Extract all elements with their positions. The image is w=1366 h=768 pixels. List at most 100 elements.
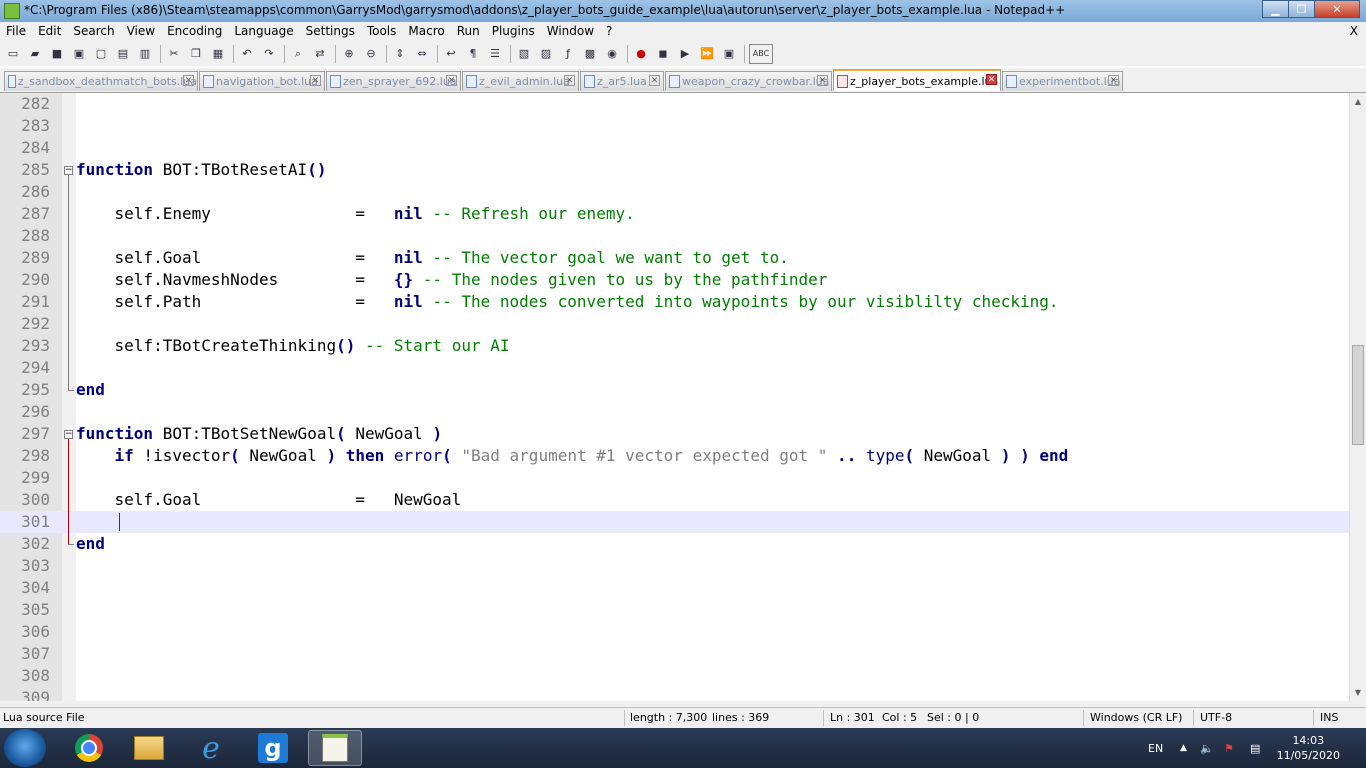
fold-minus-icon[interactable]: − [64, 430, 73, 439]
paste-icon[interactable]: ▦ [209, 45, 227, 63]
replace-icon[interactable]: ⇄ [311, 45, 329, 63]
start-button[interactable] [4, 729, 46, 767]
monitoring-icon[interactable]: ◉ [603, 45, 621, 63]
tab-z-evil-admin[interactable]: z_evil_admin.lua ✕ [462, 71, 579, 91]
menu-file[interactable]: File [0, 22, 32, 41]
spell-check-icon[interactable]: ABC [749, 43, 773, 64]
close-all-icon[interactable]: ▤ [114, 45, 132, 63]
record-macro-icon[interactable]: ● [632, 45, 650, 63]
code-line: 306 [21, 622, 50, 641]
menu-run[interactable]: Run [451, 22, 486, 41]
tab-close-icon[interactable]: ✕ [649, 75, 660, 86]
menu-settings[interactable]: Settings [300, 22, 361, 41]
code-line: 285 function BOT:TBotResetAI() [21, 160, 327, 179]
minimize-button[interactable]: ▁ [1262, 0, 1289, 18]
menu-view[interactable]: View [121, 22, 161, 41]
tab-close-icon[interactable]: ✕ [310, 75, 321, 86]
menu-language[interactable]: Language [228, 22, 299, 41]
window-controls: ▁ ❐ ✕ [1262, 0, 1360, 18]
find-icon[interactable]: ⌕ [289, 45, 307, 63]
doc-map-icon[interactable]: ▨ [537, 45, 555, 63]
menu-macro[interactable]: Macro [402, 22, 450, 41]
close-document-button[interactable]: X [1350, 22, 1358, 41]
close-button[interactable]: ✕ [1314, 0, 1360, 18]
close-icon[interactable]: ▢ [92, 45, 110, 63]
code-line: 284 [21, 138, 50, 157]
playback-icon[interactable]: ▶ [676, 45, 694, 63]
menu-edit[interactable]: Edit [32, 22, 67, 41]
tab-close-icon[interactable]: ✕ [183, 75, 194, 86]
save-icon[interactable]: ■ [48, 45, 66, 63]
zoom-in-icon[interactable]: ⊕ [340, 45, 358, 63]
code-line: 295 end [21, 380, 105, 399]
run-macro-multiple-icon[interactable]: ⏩ [698, 45, 716, 63]
zoom-out-icon[interactable]: ⊖ [362, 45, 380, 63]
stop-record-icon[interactable]: ◼ [654, 45, 672, 63]
code-editor[interactable]: 282 283 284 285 function BOT:TBotResetAI(… [0, 93, 1349, 701]
scroll-down-icon[interactable]: ▼ [1350, 684, 1366, 701]
lang-define-icon[interactable]: ▧ [515, 45, 533, 63]
sync-v-icon[interactable]: ⇕ [391, 45, 409, 63]
file-icon [330, 75, 341, 88]
tab-experimentbot[interactable]: experimentbot.lua ✕ [1002, 71, 1123, 91]
garrysmod-icon[interactable]: g [246, 730, 300, 766]
menu-encoding[interactable]: Encoding [161, 22, 228, 41]
status-encoding: UTF-8 [1200, 711, 1233, 724]
menu-window[interactable]: Window [541, 22, 600, 41]
scrollbar-thumb[interactable] [1352, 345, 1364, 445]
vertical-scrollbar[interactable]: ▲ ▼ [1349, 93, 1366, 701]
tab-close-icon[interactable]: ✕ [446, 75, 457, 86]
window-title: *C:\Program Files (x86)\Steam\steamapps\… [24, 3, 1066, 17]
tab-weapon-crazy-crowbar[interactable]: weapon_crazy_crowbar.lua ✕ [665, 71, 832, 91]
tab-close-icon[interactable]: ✕ [1108, 75, 1119, 86]
word-wrap-icon[interactable]: ↩ [442, 45, 460, 63]
show-all-chars-icon[interactable]: ¶ [464, 45, 482, 63]
file-icon [837, 74, 848, 88]
code-line: 304 [21, 578, 50, 597]
code-line: 297 function BOT:TBotSetNewGoal( NewGoal … [21, 424, 443, 443]
tab-z-player-bots-example[interactable]: z_player_bots_example.lua ✕ [833, 69, 1001, 91]
clock[interactable]: 14:03 11/05/2020 [1277, 733, 1340, 763]
cut-icon[interactable]: ✂ [165, 45, 183, 63]
folder-as-workspace-icon[interactable]: ▩ [581, 45, 599, 63]
menu-help[interactable]: ? [600, 22, 618, 41]
explorer-icon[interactable] [122, 730, 176, 766]
undo-icon[interactable]: ↶ [238, 45, 256, 63]
chrome-icon[interactable] [62, 730, 116, 766]
sync-h-icon[interactable]: ⇔ [413, 45, 431, 63]
new-file-icon[interactable]: ▭ [4, 45, 22, 63]
show-hidden-icons-icon[interactable]: ▲ [1180, 743, 1187, 753]
save-all-icon[interactable]: ▣ [70, 45, 88, 63]
tab-z-sandbox-deathmatch-bots[interactable]: z_sandbox_deathmatch_bots.lua ✕ [4, 71, 198, 91]
tab-z-ar5[interactable]: z_ar5.lua ✕ [580, 71, 664, 91]
code-line: 293 self:TBotCreateThinking() -- Start o… [21, 336, 510, 355]
file-icon [203, 75, 214, 88]
function-list-icon[interactable]: ƒ [559, 45, 577, 63]
indent-guide-icon[interactable]: ☰ [486, 45, 504, 63]
current-code-line[interactable]: 301 [0, 511, 1349, 533]
scroll-up-icon[interactable]: ▲ [1350, 93, 1366, 110]
save-macro-icon[interactable]: ▣ [720, 45, 738, 63]
notepadpp-icon[interactable] [308, 730, 362, 766]
tab-close-icon[interactable]: ✕ [986, 74, 997, 85]
copy-icon[interactable]: ❐ [187, 45, 205, 63]
tab-zen-sprayer-692[interactable]: zen_sprayer_692.lua ✕ [326, 71, 461, 91]
code-line: 287 self.Enemy = nil -- Refresh our enem… [21, 204, 635, 223]
tab-close-icon[interactable]: ✕ [564, 75, 575, 86]
tab-navigation-bot[interactable]: navigation_bot.lua ✕ [199, 71, 325, 91]
status-eol: Windows (CR LF) [1090, 711, 1183, 724]
language-indicator[interactable]: EN [1148, 742, 1163, 755]
redo-icon[interactable]: ↷ [260, 45, 278, 63]
flag-icon[interactable]: ⚑ [1224, 742, 1234, 755]
fold-minus-icon[interactable]: − [64, 166, 73, 175]
menu-tools[interactable]: Tools [361, 22, 403, 41]
menu-search[interactable]: Search [67, 22, 120, 41]
open-file-icon[interactable]: ▰ [26, 45, 44, 63]
volume-icon[interactable]: 🔈 [1200, 742, 1214, 755]
network-icon[interactable]: ▤ [1250, 742, 1260, 755]
tab-close-icon[interactable]: ✕ [817, 75, 828, 86]
restore-button[interactable]: ❐ [1288, 0, 1315, 18]
print-icon[interactable]: ▥ [136, 45, 154, 63]
menu-plugins[interactable]: Plugins [486, 22, 541, 41]
ie-icon[interactable]: e [184, 730, 238, 766]
